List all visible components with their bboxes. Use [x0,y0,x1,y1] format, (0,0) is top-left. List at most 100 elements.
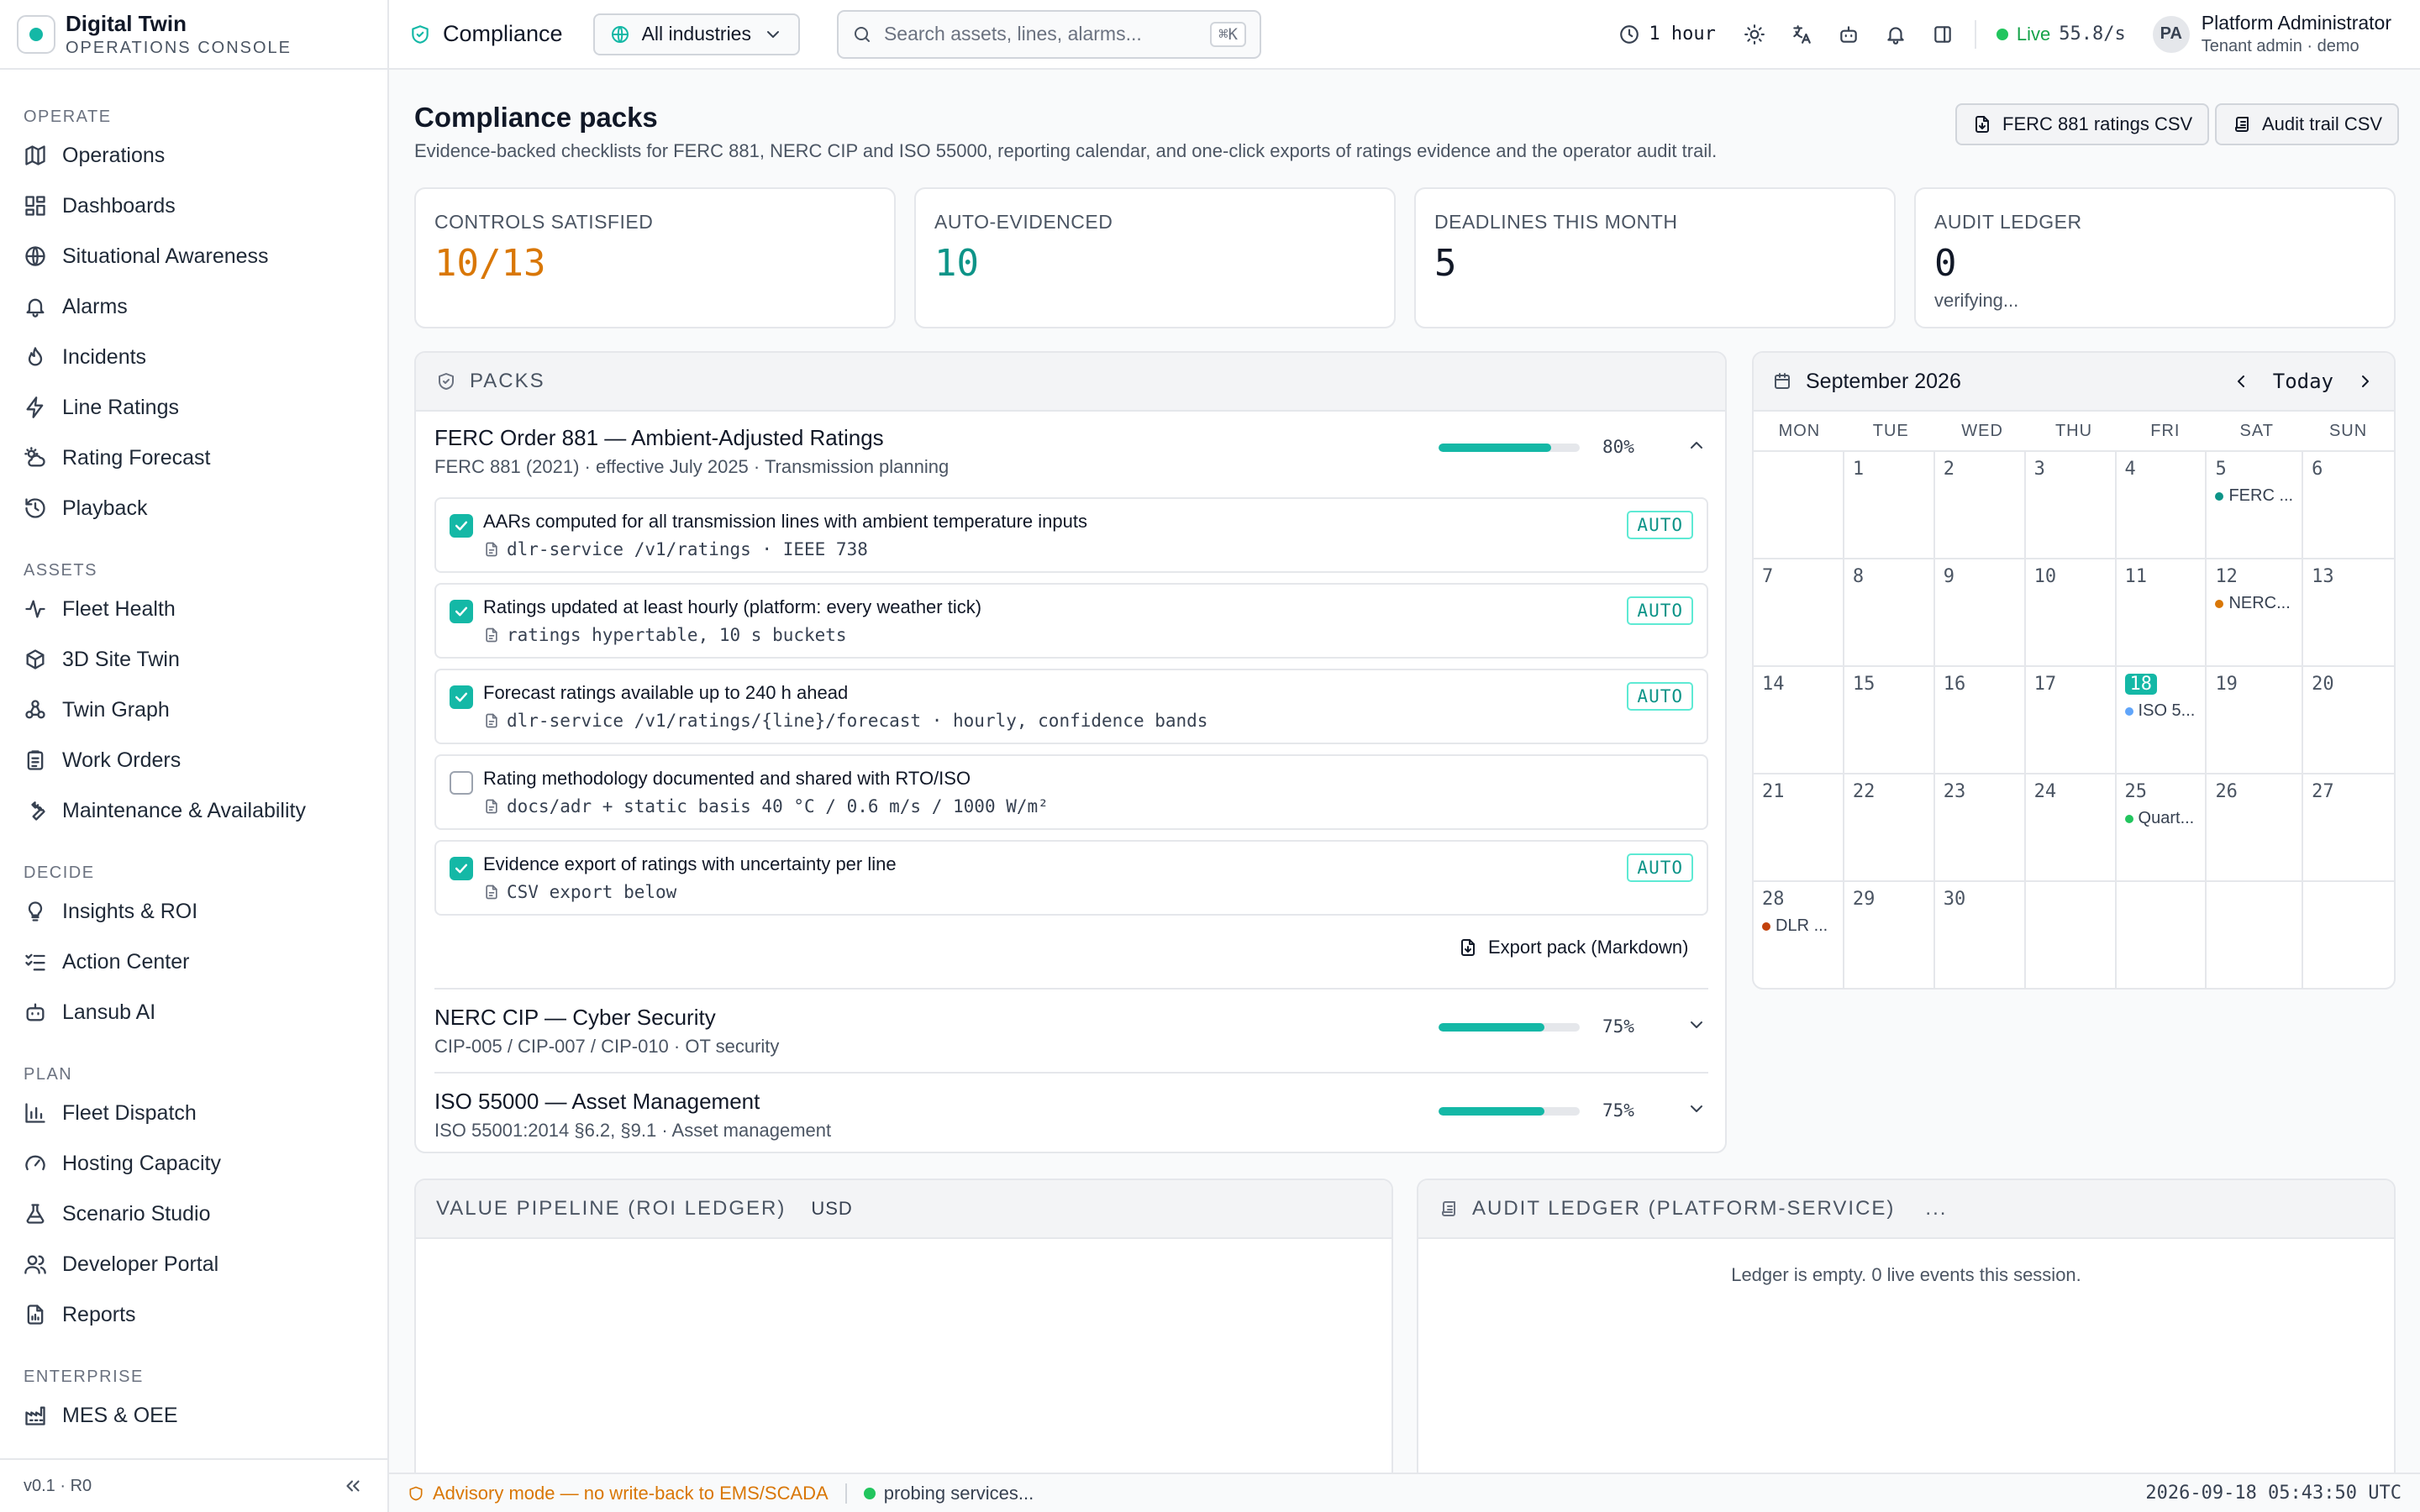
checkbox-checked[interactable] [450,600,473,623]
audit-ledger-more[interactable]: ... [1925,1197,1947,1221]
sidebar-item-scenario-studio[interactable]: Scenario Studio [0,1189,387,1239]
calendar-day[interactable]: 16 [1934,667,2026,774]
panel-toggle-button[interactable] [1919,11,1966,58]
calendar-day[interactable]: 30 [1935,882,2026,988]
pack-header-ferc[interactable]: FERC Order 881 — Ambient-Adjusted Rating… [434,425,1725,477]
currency-label[interactable]: USD [811,1198,852,1220]
calendar-day[interactable]: 10 [2025,559,2117,667]
sidebar-item-insights-roi[interactable]: Insights & ROI [0,886,387,937]
search-input[interactable] [883,23,1211,45]
calendar-event[interactable]: Quart... [2124,809,2197,828]
sidebar-item-twin-graph[interactable]: Twin Graph [0,685,387,735]
pack-percent: 75% [1602,1100,1634,1121]
calendar-event[interactable]: FERC ... [2215,486,2293,506]
checkbox-checked[interactable] [450,514,473,538]
calendar-day[interactable]: 29 [1844,882,1935,988]
user-info[interactable]: Platform Administrator Tenant admin · de… [2202,12,2391,56]
brand[interactable]: Digital Twin OPERATIONS CONSOLE [0,0,387,70]
file-icon [483,627,507,643]
language-button[interactable] [1778,11,1825,58]
calendar-day[interactable]: 24 [2025,774,2117,882]
sidebar-item-alarms[interactable]: Alarms [0,281,387,332]
ferc-csv-label: FERC 881 ratings CSV [2002,113,2193,134]
calendar-day[interactable]: 21 [1754,774,1844,882]
pack-header-nerc[interactable]: NERC CIP — Cyber Security CIP-005 / CIP-… [434,1005,1725,1057]
calendar-day[interactable]: 3 [2025,452,2117,559]
calendar-day-number: 3 [2033,459,2045,480]
checkbox-checked[interactable] [450,857,473,880]
calendar-today-button[interactable]: Today [2273,370,2333,393]
calendar-day[interactable]: 25 Quart... [2116,774,2207,882]
sidebar-item-dashboards[interactable]: Dashboards [0,181,387,231]
calendar-next-icon[interactable] [2355,371,2375,391]
ferc-csv-button[interactable]: FERC 881 ratings CSV [1955,103,2210,145]
calendar-day[interactable]: 20 [2303,667,2394,774]
collapse-sidebar-icon[interactable] [342,1475,364,1497]
sidebar-item-mes-oee[interactable]: MES & OEE [0,1390,387,1441]
sidebar-item-playback[interactable]: Playback [0,483,387,533]
calendar-day[interactable]: 23 [1934,774,2026,882]
sidebar-section-operate: OPERATE [24,108,112,126]
calendar-day[interactable]: 11 [2116,559,2207,667]
calendar-day[interactable]: 27 [2303,774,2394,882]
calendar-day[interactable]: 8 [1844,559,1935,667]
sidebar-item-lansub-ai[interactable]: Lansub AI [0,987,387,1037]
audit-csv-button[interactable]: Audit trail CSV [2215,103,2400,145]
calendar-day[interactable]: 14 [1754,667,1844,774]
theme-toggle-button[interactable] [1731,11,1778,58]
calendar-day[interactable]: 6 [2303,452,2394,559]
chevron-down-icon[interactable] [1686,1015,1707,1035]
calendar-day[interactable]: 7 [1754,559,1844,667]
calendar-day-empty [2026,882,2117,988]
calendar-day[interactable]: 22 [1844,774,1935,882]
calendar-day[interactable]: 17 [2025,667,2117,774]
calendar-day[interactable]: 9 [1934,559,2026,667]
chevron-up-icon[interactable] [1686,435,1707,455]
avatar[interactable]: PA [2152,15,2190,53]
clock-icon [1620,24,1639,44]
calendar-day[interactable]: 18 ISO 5... [2116,667,2207,774]
calendar-day[interactable]: 4 [2116,452,2207,559]
sidebar-item-operations[interactable]: Operations [0,130,387,181]
calendar-event[interactable]: NERC... [2215,594,2293,613]
industry-select[interactable]: All industries [592,13,800,55]
sidebar-item-hosting-capacity[interactable]: Hosting Capacity [0,1138,387,1189]
notifications-button[interactable] [1872,11,1919,58]
sidebar-item-3d-site-twin[interactable]: 3D Site Twin [0,634,387,685]
calendar-day-number: 4 [2124,459,2136,480]
sidebar-item-reports[interactable]: Reports [0,1289,387,1340]
control-evidence-text: CSV export below [507,882,677,902]
sidebar-item-situational-awareness[interactable]: Situational Awareness [0,231,387,281]
calendar-event[interactable]: ISO 5... [2124,701,2197,721]
assistant-button[interactable] [1825,11,1872,58]
pack-header-iso[interactable]: ISO 55000 — Asset Management ISO 55001:2… [434,1089,1725,1141]
export-pack-button[interactable]: Export pack (Markdown) [1458,937,1688,958]
calendar-day[interactable]: 15 [1844,667,1935,774]
calendar-day[interactable]: 12 NERC... [2207,559,2304,667]
sidebar-item-work-orders[interactable]: Work Orders [0,735,387,785]
checkbox-unchecked[interactable] [450,771,473,795]
calendar-day[interactable]: 1 [1844,452,1935,559]
calendar-weekdays: MON TUE WED THU FRI SAT SUN [1754,412,2394,450]
calendar-event[interactable]: DLR ... [1762,916,1834,936]
calendar-day[interactable]: 5 FERC ... [2207,452,2304,559]
sidebar-item-fleet-health[interactable]: Fleet Health [0,584,387,634]
calendar-day[interactable]: 13 [2303,559,2394,667]
sidebar-item-fleet-dispatch[interactable]: Fleet Dispatch [0,1088,387,1138]
calendar-day[interactable]: 19 [2207,667,2304,774]
sidebar-item-rating-forecast[interactable]: Rating Forecast [0,433,387,483]
calendar-day[interactable]: 2 [1934,452,2026,559]
sidebar-item-maintenance-availability[interactable]: Maintenance & Availability [0,785,387,836]
calendar-prev-icon[interactable] [2231,371,2251,391]
sidebar-item-incidents[interactable]: Incidents [0,332,387,382]
chevron-down-icon[interactable] [1686,1099,1707,1119]
time-range-button[interactable]: 1 hour [1618,24,1716,45]
sidebar-item-action-center[interactable]: Action Center [0,937,387,987]
checkbox-checked[interactable] [450,685,473,709]
sidebar-item-line-ratings[interactable]: Line Ratings [0,382,387,433]
calendar-day[interactable]: 28 DLR ... [1754,882,1844,988]
sidebar-item-developer-portal[interactable]: Developer Portal [0,1239,387,1289]
search-box[interactable]: ⌘K [836,9,1261,59]
calendar-day[interactable]: 26 [2207,774,2304,882]
calendar-day-number: 30 [1943,889,1966,910]
